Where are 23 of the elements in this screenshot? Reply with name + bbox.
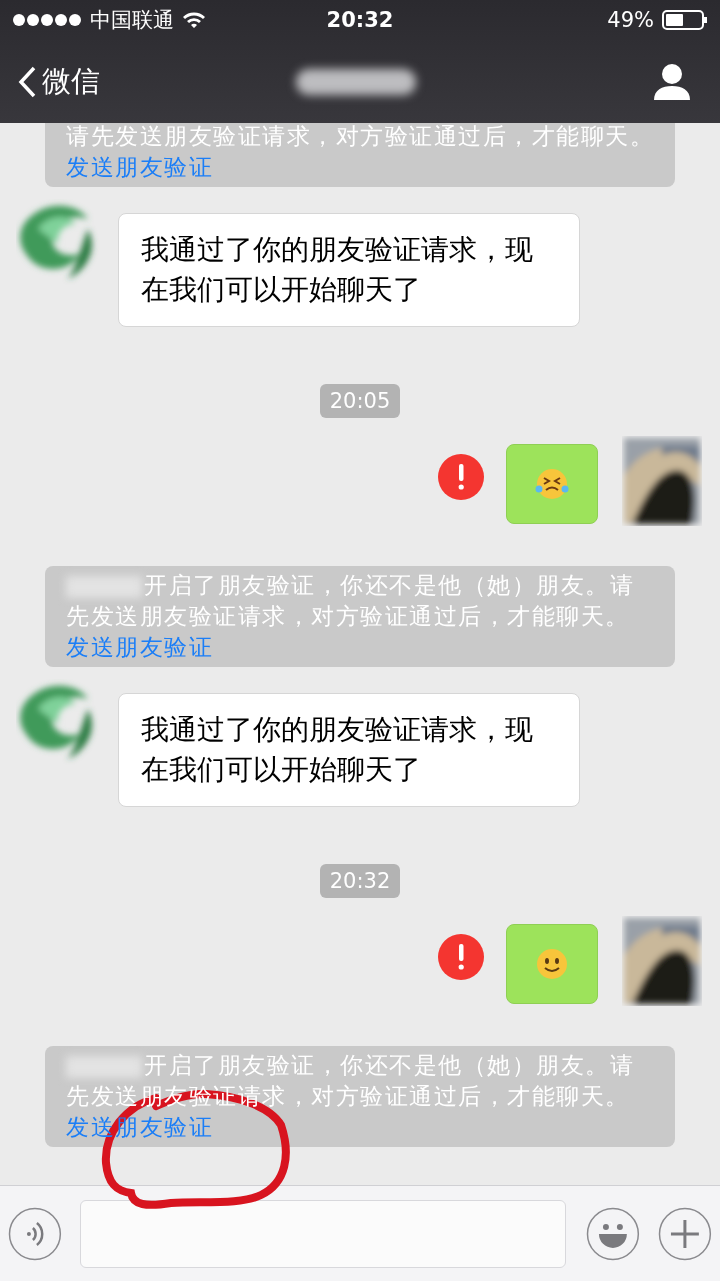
add-button[interactable] [658, 1206, 712, 1261]
timestamp: 20:05 [319, 384, 401, 418]
battery-icon [662, 10, 708, 30]
timestamp: 20:32 [319, 864, 401, 898]
battery-percent: 49% [607, 8, 654, 32]
send-failed-icon[interactable] [438, 934, 484, 980]
smiling-face-icon [535, 947, 569, 981]
send-failed-icon[interactable] [438, 454, 484, 500]
carrier-name: 中国联通 [90, 7, 174, 34]
message-input-field[interactable] [79, 1199, 567, 1268]
clock-time: 20:32 [326, 8, 394, 32]
emoji-button[interactable] [586, 1206, 641, 1261]
back-button[interactable]: 微信 [18, 61, 100, 102]
send-verification-link[interactable]: 发送朋友验证 [66, 154, 213, 180]
voice-button[interactable] [8, 1206, 62, 1261]
signal-icon [12, 13, 82, 27]
contact-profile-icon[interactable] [652, 61, 692, 102]
laughing-crying-face-icon [535, 467, 569, 501]
send-verification-link[interactable]: 发送朋友验证 [66, 634, 213, 660]
message-bubble: 我通过了你的朋友验证请求，现在我们可以开始聊天了 [118, 693, 580, 807]
wifi-icon [182, 11, 206, 29]
back-chevron-icon[interactable] [18, 65, 36, 98]
message-bubble: 我通过了你的朋友验证请求，现在我们可以开始聊天了 [118, 213, 580, 327]
